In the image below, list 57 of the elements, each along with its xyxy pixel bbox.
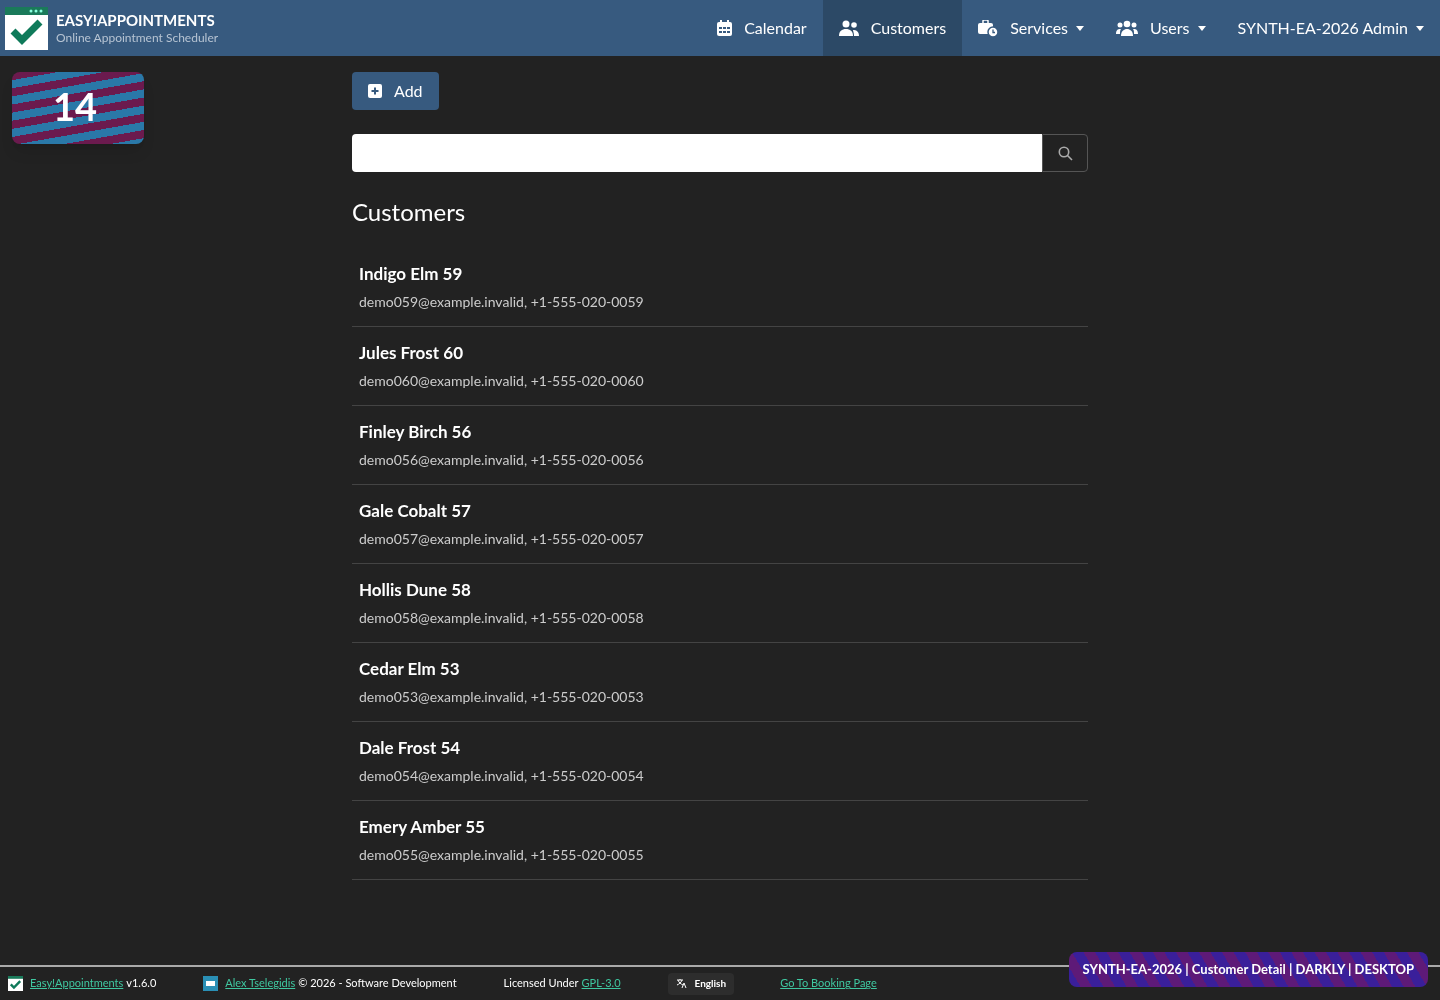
caret-icon [1416, 25, 1424, 31]
customer-row[interactable]: Emery Amber 55 demo055@example.invalid, +1-555-020-0055 [352, 801, 1088, 880]
nav-tab[interactable]: Customers [822, 0, 963, 56]
nav-tab[interactable]: SYNTH-EA-2026 Admin [1221, 0, 1440, 56]
brand-title: EASY!APPOINTMENTS [56, 11, 216, 30]
customer-name: Jules Frost 60 [359, 341, 463, 365]
customer-details: demo053@example.invalid, +1-555-020-0053 [359, 686, 644, 707]
page-info-banner: SYNTH-EA-2026 | Customer Detail | DARKLY | DESKTOP [1068, 952, 1428, 987]
users-group-icon [1116, 20, 1139, 36]
plus-icon [368, 84, 382, 98]
customer-name: Emery Amber 55 [359, 815, 485, 839]
customer-name: Cedar Elm 53 [359, 657, 460, 681]
add-button[interactable]: Add [352, 72, 439, 110]
nav-tab[interactable]: Users [1100, 0, 1222, 56]
license-text: Licensed Under [503, 975, 579, 992]
search-field[interactable] [352, 134, 1042, 172]
search-icon [1057, 145, 1073, 161]
logo-icon [5, 6, 48, 50]
caret-icon [1197, 25, 1206, 31]
license-link[interactable]: GPL-3.0 [581, 975, 621, 992]
customer-name: Dale Frost 54 [359, 736, 461, 760]
booking-page-link[interactable]: Go To Booking Page [780, 975, 877, 992]
app-link[interactable]: Easy!Appointments [30, 975, 124, 992]
customer-row[interactable]: Hollis Dune 58 demo058@example.invalid, +1-555-020-0058 [352, 564, 1088, 643]
language-button[interactable]: English [667, 972, 735, 995]
customer-name: Finley Birch 56 [359, 420, 472, 444]
customer-details: demo059@example.invalid, +1-555-020-0059 [359, 291, 644, 312]
copyright-text: © 2026 - Software Development [298, 975, 457, 992]
calendar-icon [717, 20, 733, 36]
brand-subtitle: Online Appointment Scheduler [56, 29, 219, 45]
customer-details: demo056@example.invalid, +1-555-020-0056 [359, 449, 644, 470]
customer-details: demo055@example.invalid, +1-555-020-0055 [359, 844, 644, 865]
customer-row[interactable]: Finley Birch 56 demo056@example.invalid, +1-555-020-0056 [352, 406, 1088, 485]
customer-details: demo058@example.invalid, +1-555-020-0058 [359, 607, 644, 628]
users-icon [838, 20, 859, 36]
customer-row[interactable]: Indigo Elm 59 demo059@example.invalid, +1-555-020-0059 [352, 248, 1088, 327]
search-button[interactable] [1042, 134, 1088, 172]
version-text: v1.6.0 [126, 975, 157, 992]
counter-badge: 14 [12, 72, 144, 144]
logo-icon [8, 976, 23, 991]
customer-details: demo060@example.invalid, +1-555-020-0060 [359, 370, 644, 391]
caret-icon [1076, 25, 1085, 31]
customer-details: demo054@example.invalid, +1-555-020-0054 [359, 765, 644, 786]
customer-details: demo057@example.invalid, +1-555-020-0057 [359, 528, 644, 549]
customer-row[interactable]: Jules Frost 60 demo060@example.invalid, +1-555-020-0060 [352, 327, 1088, 406]
customer-row[interactable]: Cedar Elm 53 demo053@example.invalid, +1-555-020-0053 [352, 643, 1088, 722]
customer-name: Indigo Elm 59 [359, 262, 463, 286]
section-heading: Customers [352, 196, 467, 228]
customer-name: Gale Cobalt 57 [359, 499, 471, 523]
briefcase-clock-icon [978, 19, 999, 37]
customer-name: Hollis Dune 58 [359, 578, 471, 602]
translate-icon [675, 978, 687, 989]
nav-tab[interactable]: Services [962, 0, 1101, 56]
author-link[interactable]: Alex Tselegidis [225, 975, 296, 992]
customer-row[interactable]: Gale Cobalt 57 demo057@example.invalid, +1-555-020-0057 [352, 485, 1088, 564]
customer-row[interactable]: Dale Frost 54 demo054@example.invalid, +1-555-020-0054 [352, 722, 1088, 801]
nav-tab[interactable]: Calendar [701, 0, 823, 56]
